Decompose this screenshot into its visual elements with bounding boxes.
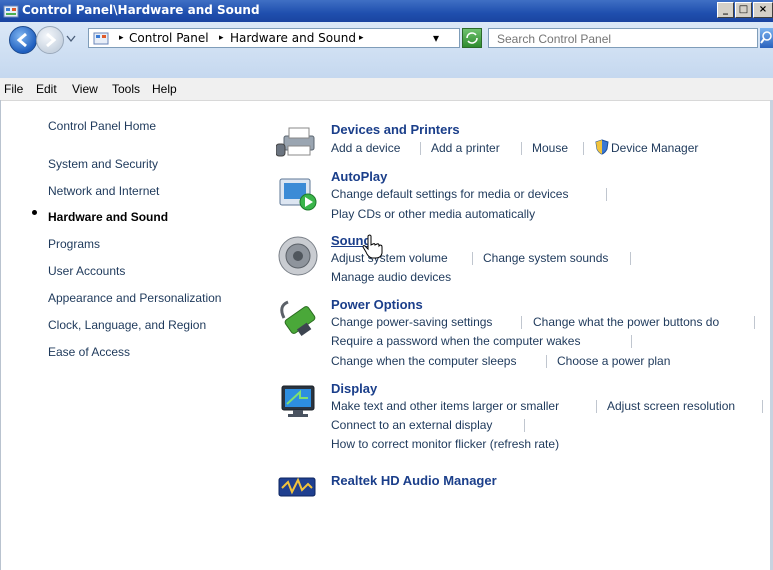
- link-separator: [762, 400, 763, 413]
- add-a-device-link[interactable]: Add a device: [331, 141, 400, 155]
- audio-manager-icon[interactable]: [278, 474, 318, 500]
- devices-and-printers-title[interactable]: Devices and Printers: [331, 122, 460, 137]
- menu-tools[interactable]: Tools: [112, 82, 140, 96]
- add-a-printer-link[interactable]: Add a printer: [431, 141, 500, 155]
- battery-icon[interactable]: [278, 298, 318, 340]
- control-panel-small-icon: [93, 32, 109, 45]
- link-separator: [583, 142, 584, 155]
- connect-external-display-link[interactable]: Connect to an external display: [331, 418, 492, 432]
- sidebar-item-system-security[interactable]: System and Security: [48, 157, 158, 171]
- search-icon: [760, 31, 772, 44]
- search-input[interactable]: [495, 31, 739, 47]
- link-separator: [596, 400, 597, 413]
- change-power-saving-link[interactable]: Change power-saving settings: [331, 315, 492, 329]
- search-button[interactable]: [760, 28, 773, 48]
- left-window-border: [0, 100, 1, 570]
- breadcrumb-separator[interactable]: ▸: [219, 33, 224, 43]
- refresh-button[interactable]: [462, 28, 482, 48]
- sidebar-item-network[interactable]: Network and Internet: [48, 184, 159, 198]
- autoplay-icon[interactable]: [278, 177, 320, 213]
- sidebar-item-clock-region[interactable]: Clock, Language, and Region: [48, 318, 206, 332]
- window-title: Control Panel\Hardware and Sound: [22, 3, 260, 17]
- change-autoplay-defaults-link[interactable]: Change default settings for media or dev…: [331, 187, 568, 201]
- link-separator: [546, 355, 547, 368]
- forward-arrow-icon: [46, 32, 57, 48]
- adjust-system-volume-link[interactable]: Adjust system volume: [331, 251, 448, 265]
- power-options-title[interactable]: Power Options: [331, 297, 423, 312]
- autoplay-title[interactable]: AutoPlay: [331, 169, 387, 184]
- breadcrumb-control-panel[interactable]: Control Panel: [129, 31, 209, 45]
- current-item-bullet: [32, 210, 37, 215]
- computer-sleeps-link[interactable]: Change when the computer sleeps: [331, 354, 516, 368]
- menu-file[interactable]: File: [4, 82, 23, 96]
- sidebar-item-ease-of-access[interactable]: Ease of Access: [48, 345, 130, 359]
- make-text-larger-link[interactable]: Make text and other items larger or smal…: [331, 399, 559, 413]
- search-box[interactable]: [488, 28, 758, 48]
- manage-audio-devices-link[interactable]: Manage audio devices: [331, 270, 451, 284]
- link-separator: [472, 252, 473, 265]
- close-button[interactable]: ×: [753, 2, 773, 18]
- refresh-icon: [466, 32, 478, 44]
- sidebar-item-hardware-sound[interactable]: Hardware and Sound: [48, 210, 168, 224]
- play-cds-link[interactable]: Play CDs or other media automatically: [331, 207, 535, 221]
- sidebar-item-programs[interactable]: Programs: [48, 237, 100, 251]
- back-button[interactable]: [9, 26, 37, 54]
- hand-cursor-icon: [362, 234, 383, 259]
- printer-icon[interactable]: [276, 126, 322, 158]
- link-separator: [754, 316, 755, 329]
- recent-pages-chevron-icon[interactable]: [66, 35, 76, 43]
- address-dropdown-icon[interactable]: ▾: [433, 31, 439, 45]
- link-separator: [630, 252, 631, 265]
- menu-help[interactable]: Help: [152, 82, 177, 96]
- navigation-bar: ▸ Control Panel ▸ Hardware and Sound ▸ ▾: [0, 22, 773, 79]
- menu-bar: File Edit View Tools Help: [0, 78, 773, 101]
- link-separator: [521, 316, 522, 329]
- realtek-audio-manager-title[interactable]: Realtek HD Audio Manager: [331, 473, 497, 488]
- breadcrumb-hardware-and-sound[interactable]: Hardware and Sound: [230, 31, 356, 45]
- shield-icon: [595, 139, 609, 155]
- breadcrumb-separator[interactable]: ▸: [359, 33, 364, 43]
- minimize-button[interactable]: _: [717, 2, 734, 18]
- monitor-flicker-link[interactable]: How to correct monitor flicker (refresh …: [331, 437, 559, 451]
- link-separator: [631, 335, 632, 348]
- title-bar: Control Panel\Hardware and Sound _ □ ×: [0, 0, 773, 22]
- require-password-link[interactable]: Require a password when the computer wak…: [331, 334, 580, 348]
- control-panel-icon: [3, 5, 19, 18]
- menu-view[interactable]: View: [72, 82, 98, 96]
- link-separator: [524, 419, 525, 432]
- choose-power-plan-link[interactable]: Choose a power plan: [557, 354, 670, 368]
- forward-button[interactable]: [36, 26, 64, 54]
- sidebar-item-user-accounts[interactable]: User Accounts: [48, 264, 125, 278]
- power-buttons-link[interactable]: Change what the power buttons do: [533, 315, 719, 329]
- maximize-button[interactable]: □: [735, 2, 752, 18]
- control-panel-home-link[interactable]: Control Panel Home: [48, 119, 156, 133]
- mouse-link[interactable]: Mouse: [532, 141, 568, 155]
- link-separator: [420, 142, 421, 155]
- link-separator: [606, 188, 607, 201]
- sidebar-item-appearance[interactable]: Appearance and Personalization: [48, 291, 221, 305]
- back-arrow-icon: [16, 32, 27, 48]
- menu-edit[interactable]: Edit: [36, 82, 57, 96]
- display-title[interactable]: Display: [331, 381, 377, 396]
- breadcrumb-separator[interactable]: ▸: [119, 33, 124, 43]
- speaker-icon[interactable]: [276, 234, 320, 278]
- address-field[interactable]: ▸ Control Panel ▸ Hardware and Sound ▸ ▾: [88, 28, 460, 48]
- device-manager-link[interactable]: Device Manager: [611, 141, 698, 155]
- adjust-resolution-link[interactable]: Adjust screen resolution: [607, 399, 735, 413]
- link-separator: [521, 142, 522, 155]
- change-system-sounds-link[interactable]: Change system sounds: [483, 251, 608, 265]
- monitor-icon[interactable]: [278, 384, 318, 420]
